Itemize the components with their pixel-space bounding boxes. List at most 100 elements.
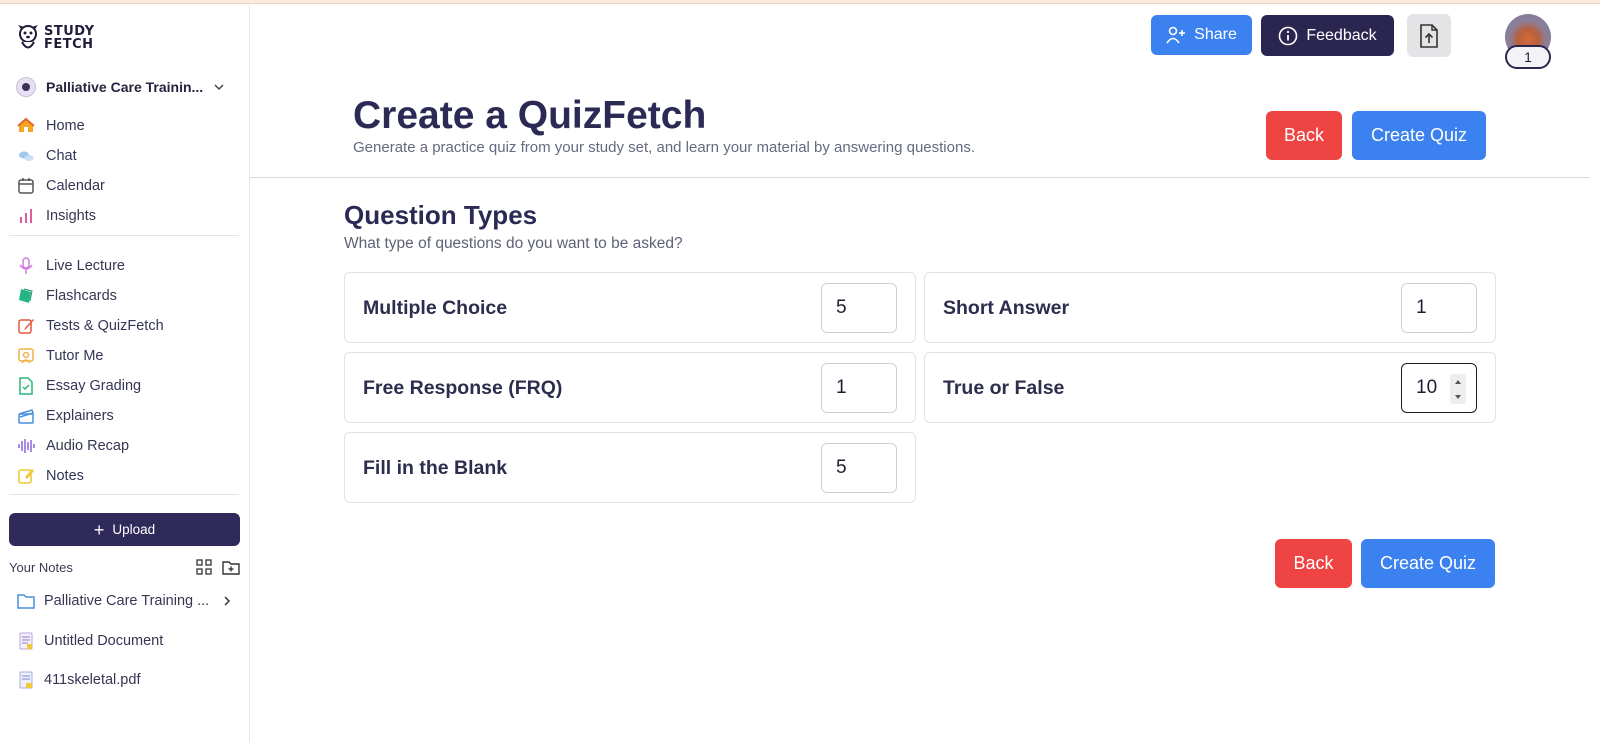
nav-label: Flashcards (46, 288, 117, 304)
nav-item-explainers[interactable]: Explainers (16, 401, 234, 431)
create-quiz-button-bottom[interactable]: Create Quiz (1361, 539, 1495, 588)
nav-item-notes[interactable]: Notes (16, 461, 234, 491)
question-type-card-fill-blank: Fill in the Blank 5 (344, 432, 916, 503)
your-notes-label: Your Notes (9, 559, 73, 575)
note-label: Palliative Care Training ... (44, 593, 210, 609)
add-user-icon (1166, 26, 1186, 44)
question-type-card-short-answer: Short Answer 1 (924, 272, 1496, 343)
nav-item-audio-recap[interactable]: Audio Recap (16, 431, 234, 461)
chat-icon (16, 146, 36, 166)
note-label: Untitled Document (44, 633, 164, 649)
free-response-count-input[interactable]: 1 (821, 363, 897, 413)
document-icon (16, 631, 36, 651)
question-type-label: Fill in the Blank (363, 457, 508, 479)
question-type-card-free-response: Free Response (FRQ) 1 (344, 352, 916, 423)
create-quiz-button[interactable]: Create Quiz (1352, 111, 1486, 160)
chevron-right-icon (224, 596, 231, 606)
nav-divider (9, 494, 239, 495)
study-set-selector[interactable]: Palliative Care Trainin... (16, 73, 234, 101)
study-set-name: Palliative Care Trainin... (46, 79, 204, 95)
true-false-count-input[interactable]: 10 (1401, 363, 1477, 413)
pencil-icon (16, 316, 36, 336)
multiple-choice-count-input[interactable]: 5 (821, 283, 897, 333)
nav-group-primary: Home Chat Calendar Insights (16, 111, 234, 231)
microphone-icon (16, 256, 36, 276)
question-type-card-multiple-choice: Multiple Choice 5 (344, 272, 916, 343)
logo-line-2: FETCH (44, 37, 94, 52)
scan-note-icon[interactable] (196, 559, 212, 575)
top-accent-line (0, 0, 1600, 4)
nav-item-insights[interactable]: Insights (16, 201, 234, 231)
file-upload-icon (1420, 23, 1438, 48)
nav-item-calendar[interactable]: Calendar (16, 171, 234, 201)
essay-check-icon (16, 376, 36, 396)
nav-label: Insights (46, 208, 96, 224)
page-subtitle: Generate a practice quiz from your study… (353, 139, 975, 156)
nav-label: Notes (46, 468, 84, 484)
spinner-up-icon[interactable] (1454, 379, 1462, 385)
new-folder-icon[interactable] (222, 559, 240, 575)
share-label: Share (1194, 26, 1237, 43)
nav-label: Calendar (46, 178, 105, 194)
chevron-down-icon (214, 84, 224, 91)
home-icon (16, 116, 36, 136)
page-title: Create a QuizFetch (353, 94, 707, 137)
folder-icon (16, 591, 36, 611)
nav-item-flashcards[interactable]: Flashcards (16, 281, 234, 311)
number-spinner[interactable] (1450, 374, 1466, 404)
upload-button[interactable]: + Upload (9, 513, 240, 546)
question-type-label: Free Response (FRQ) (363, 377, 563, 399)
insights-icon (16, 206, 36, 226)
tutor-icon (16, 346, 36, 366)
info-icon (1279, 26, 1298, 45)
nav-label: Explainers (46, 408, 114, 424)
study-set-avatar (16, 77, 36, 97)
question-type-card-true-false: True or False 10 (924, 352, 1496, 423)
flashcards-icon (16, 286, 36, 306)
nav-item-tests-quizfetch[interactable]: Tests & QuizFetch (16, 311, 234, 341)
true-false-count-value: 10 (1416, 377, 1438, 398)
avatar-level-badge: 1 (1505, 45, 1551, 69)
short-answer-count-input[interactable]: 1 (1401, 283, 1477, 333)
nav-label: Tests & QuizFetch (46, 318, 164, 334)
nav-label: Live Lecture (46, 258, 125, 274)
nav-label: Essay Grading (46, 378, 142, 394)
note-document-item[interactable]: Untitled Document (16, 628, 236, 654)
back-button-bottom[interactable]: Back (1275, 539, 1352, 588)
nav-label: Audio Recap (46, 438, 130, 454)
nav-item-chat[interactable]: Chat (16, 141, 234, 171)
upload-label: Upload (112, 522, 156, 537)
nav-divider (9, 235, 239, 236)
nav-label: Home (46, 118, 85, 134)
header-divider (250, 177, 1590, 178)
note-label: 411skeletal.pdf (44, 672, 141, 688)
question-type-label: Short Answer (943, 297, 1070, 319)
back-button[interactable]: Back (1266, 111, 1342, 160)
section-title: Question Types (344, 200, 538, 230)
note-folder-item[interactable]: Palliative Care Training ... (16, 588, 236, 614)
export-button[interactable] (1407, 14, 1451, 57)
nav-item-live-lecture[interactable]: Live Lecture (16, 251, 234, 281)
nav-item-essay-grading[interactable]: Essay Grading (16, 371, 234, 401)
studyfetch-logo[interactable]: STUDY FETCH (16, 23, 95, 53)
nav-item-tutor-me[interactable]: Tutor Me (16, 341, 234, 371)
nav-item-home[interactable]: Home (16, 111, 234, 141)
your-notes-header: Your Notes (9, 557, 240, 577)
note-pdf-item[interactable]: 411skeletal.pdf (16, 667, 236, 693)
question-type-label: Multiple Choice (363, 297, 508, 319)
feedback-button[interactable]: Feedback (1261, 15, 1394, 56)
section-subtitle: What type of questions do you want to be… (344, 235, 683, 252)
sidebar: STUDY FETCH Palliative Care Trainin... H… (0, 5, 250, 742)
notes-icon (16, 466, 36, 486)
dog-logo-icon (18, 25, 38, 49)
nav-label: Chat (46, 148, 77, 164)
nav-group-tools: Live Lecture Flashcards Tests & QuizFetc… (16, 251, 234, 491)
audio-wave-icon (16, 436, 36, 456)
plus-icon: + (93, 519, 105, 540)
spinner-down-icon[interactable] (1454, 394, 1462, 400)
logo-text: STUDY FETCH (44, 25, 95, 51)
fill-blank-count-input[interactable]: 5 (821, 443, 897, 493)
calendar-icon (16, 176, 36, 196)
share-button[interactable]: Share (1151, 15, 1252, 55)
feedback-label: Feedback (1306, 26, 1377, 44)
